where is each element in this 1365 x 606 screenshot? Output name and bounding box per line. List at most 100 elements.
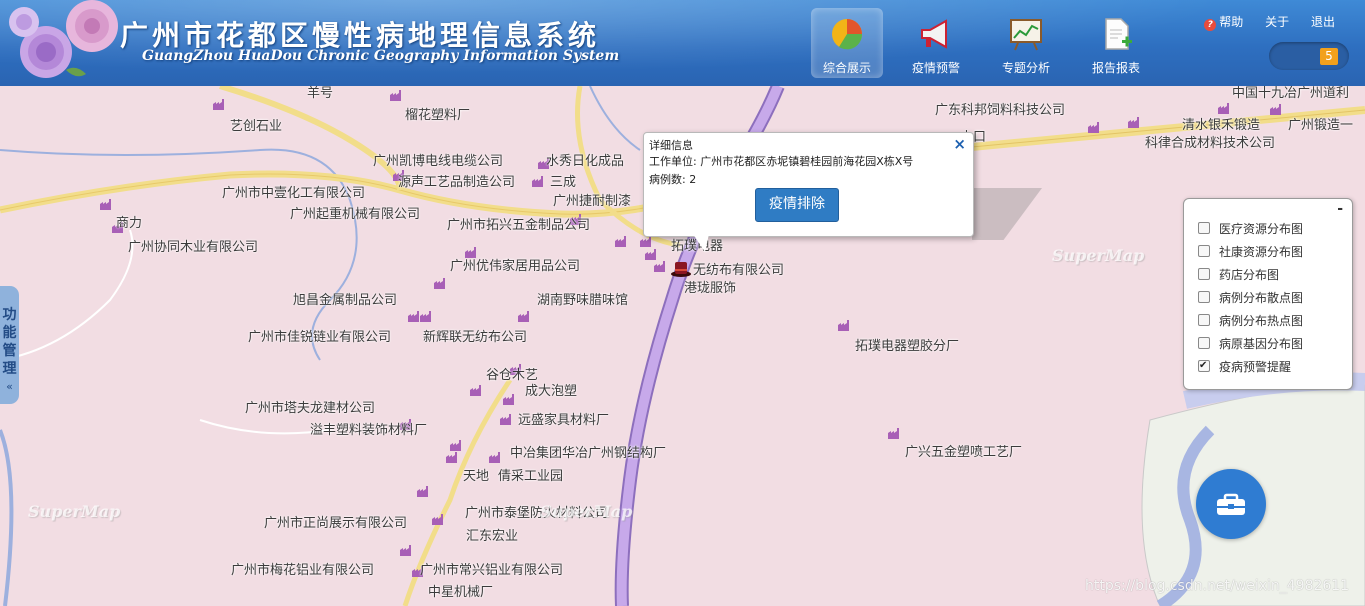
nav-epidemic-warning-label: 疫情预警	[911, 61, 960, 75]
factory-icon[interactable]	[417, 486, 428, 497]
layer-checkbox[interactable]	[1198, 337, 1210, 349]
layer-checkbox[interactable]	[1198, 222, 1210, 234]
factory-icon[interactable]	[1088, 122, 1099, 133]
factory-icon[interactable]	[503, 394, 514, 405]
factory-icon[interactable]	[888, 428, 899, 439]
toolbox-icon	[1217, 493, 1245, 515]
factory-icon[interactable]	[100, 199, 111, 210]
side-tab-char: 功	[2, 307, 17, 323]
layer-label: 病原基因分布图	[1219, 337, 1304, 351]
poi-label: 新辉联无纺布公司	[423, 330, 528, 345]
factory-icon[interactable]	[615, 236, 626, 247]
layer-checkbox[interactable]	[1198, 245, 1210, 257]
factory-icon[interactable]	[640, 236, 651, 247]
poi-label: 倩采工业园	[498, 469, 564, 484]
factory-icon[interactable]	[400, 545, 411, 556]
detail-popup: × 详细信息 工作单位: 广州市花都区赤坭镇碧桂园前海花园X栋X号 病例数: 2…	[643, 132, 974, 237]
layer-label: 医疗资源分布图	[1219, 222, 1304, 236]
poi-label: 广州市正尚展示有限公司	[264, 516, 408, 531]
layer-checkbox[interactable]	[1198, 356, 1210, 376]
factory-icon[interactable]	[450, 440, 461, 451]
layer-checkbox[interactable]	[1198, 314, 1210, 326]
poi-label: 广州市佳锐链业有限公司	[248, 330, 392, 345]
factory-icon[interactable]	[420, 311, 431, 322]
nav-topic-analysis[interactable]: 专题分析	[990, 8, 1062, 78]
message-count-badge: 5	[1320, 48, 1338, 65]
poi-label: 三成	[550, 175, 577, 190]
report-add-icon	[1105, 18, 1132, 50]
poi-label: 源声工艺品制造公司	[398, 175, 516, 190]
layer-label: 疫病预警提醒	[1219, 360, 1292, 374]
poi-label: 成大泡塑	[525, 384, 578, 399]
factory-icon[interactable]	[654, 261, 665, 272]
line-chart-board-icon	[1010, 19, 1042, 51]
function-management-tab[interactable]: 功 能 管 理 «	[0, 286, 19, 404]
factory-icon[interactable]	[408, 311, 419, 322]
factory-icon[interactable]	[213, 99, 224, 110]
csdn-watermark: https://blog.csdn.net/weixin_4982611	[1085, 578, 1350, 594]
message-indicator[interactable]: 5	[1269, 42, 1349, 70]
nav-epidemic-warning[interactable]: 疫情预警	[900, 8, 972, 78]
rose-logo	[9, 0, 118, 78]
poi-label: 广州市拓兴五金制品公司	[447, 218, 591, 233]
nav-topic-analysis-label: 专题分析	[1001, 61, 1050, 75]
nav-overview-label: 综合展示	[822, 61, 871, 75]
factory-icon[interactable]	[1128, 117, 1139, 128]
logout-link[interactable]: 退出	[1311, 15, 1335, 29]
poi-label: 无纺布有限公司	[693, 263, 785, 278]
exclude-epidemic-button[interactable]: 疫情排除	[755, 188, 839, 222]
factory-icon[interactable]	[434, 278, 445, 289]
factory-icon[interactable]	[446, 452, 457, 463]
layer-option-medical-resources[interactable]: 医疗资源分布图	[1198, 219, 1303, 239]
toolbox-button[interactable]	[1196, 469, 1266, 539]
popup-close-icon[interactable]: ×	[953, 135, 966, 153]
layer-option-epidemic-warning[interactable]: 疫病预警提醒	[1198, 356, 1292, 377]
factory-icon[interactable]	[489, 452, 500, 463]
poi-label: 广州协同木业有限公司	[128, 240, 259, 255]
factory-icon[interactable]	[390, 90, 401, 101]
side-tab-char: 能	[2, 325, 17, 341]
factory-icon[interactable]	[532, 176, 543, 187]
poi-label: 广州凯博电线电缆公司	[373, 154, 504, 169]
poi-label: 广东科邦饲料科技公司	[935, 103, 1066, 118]
about-link[interactable]: 关于	[1265, 15, 1289, 29]
poi-label: 广州市中壹化工有限公司	[222, 186, 366, 201]
factory-icon[interactable]	[500, 414, 511, 425]
poi-label: 港珑服饰	[684, 281, 737, 296]
side-tab-char: 管	[2, 343, 17, 359]
factory-icon[interactable]	[838, 320, 849, 331]
layer-option-case-heatmap[interactable]: 病例分布热点图	[1198, 311, 1303, 331]
poi-label: 广州起重机械有限公司	[290, 207, 421, 222]
nav-overview[interactable]: 综合展示	[811, 8, 883, 78]
factory-icon[interactable]	[1218, 103, 1229, 114]
poi-label: 中星机械厂	[428, 585, 494, 600]
factory-icon[interactable]	[1270, 104, 1281, 115]
factory-icon[interactable]	[470, 385, 481, 396]
poi-label: 广州锻造一	[1288, 118, 1354, 133]
help-icon: ?	[1204, 19, 1217, 31]
layer-label: 病例分布热点图	[1219, 314, 1304, 328]
map-watermark: SuperMap	[540, 502, 633, 521]
layer-option-pathogen-gene[interactable]: 病原基因分布图	[1198, 334, 1303, 354]
factory-icon[interactable]	[432, 514, 443, 525]
layer-option-community-health[interactable]: 社康资源分布图	[1198, 242, 1303, 262]
poi-label: 汇东宏业	[466, 529, 519, 544]
nav-reports[interactable]: 报告报表	[1080, 8, 1152, 78]
layer-checkbox[interactable]	[1198, 268, 1210, 280]
alert-marker-icon[interactable]	[670, 256, 692, 278]
collapse-panel-button[interactable]: -	[1337, 201, 1343, 217]
side-tab-char: 理	[2, 361, 17, 377]
poi-label: 溢丰塑料装饰材料厂	[310, 423, 428, 438]
factory-icon[interactable]	[518, 311, 529, 322]
layer-label: 社康资源分布图	[1219, 245, 1304, 259]
popup-title: 详细信息	[649, 139, 693, 152]
poi-label: 水秀日化成品	[546, 154, 625, 169]
poi-label: 中国十九冶广州道利	[1232, 86, 1350, 101]
layer-option-case-scatter[interactable]: 病例分布散点图	[1198, 288, 1303, 308]
help-link[interactable]: ? 帮助	[1204, 15, 1243, 31]
layer-option-pharmacy[interactable]: 药店分布图	[1198, 265, 1279, 285]
double-chevron-left-icon: «	[6, 380, 13, 393]
layer-checkbox[interactable]	[1198, 291, 1210, 303]
factory-icon[interactable]	[645, 249, 656, 260]
poi-label: 科律合成材料技术公司	[1145, 136, 1276, 151]
